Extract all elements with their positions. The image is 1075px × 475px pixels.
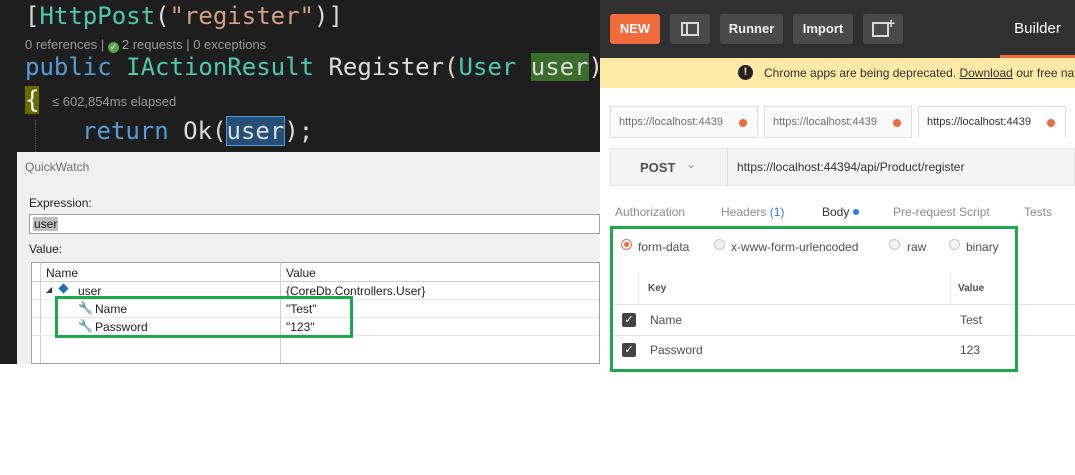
expression-input[interactable]: user [29,214,600,234]
expression-label: Expression: [29,196,92,210]
request-bar: POST ⌄ https://localhost:44394/api/Produ… [610,148,1075,186]
check-icon: ✓ [107,42,119,53]
codelens[interactable]: 0 references | ✓ 2 requests | 0 exception… [25,37,266,53]
method-signature-line: public IActionResult Register(User user) [25,53,600,81]
expression-value[interactable]: user [33,217,59,231]
banner-text: Chrome apps are being deprecated. Downlo… [764,66,1075,80]
attribute-line: [HttpPost("register")] [25,2,343,30]
unsaved-dot-icon [1047,119,1055,127]
body-dot-icon [852,209,859,215]
unsaved-dot-icon [893,119,901,127]
indent-guide [35,120,37,152]
sidebar-icon-divider [686,24,688,34]
layout-toggle-button[interactable] [670,14,710,44]
new-window-button[interactable]: + [863,14,903,44]
method-select[interactable]: POST ⌄ [611,149,728,185]
collapse-triangle-icon[interactable]: ◢ [46,285,52,294]
runner-button[interactable]: Runner [720,14,783,44]
request-tab[interactable]: https://localhost:4439 [610,106,758,138]
request-tab[interactable]: https://localhost:4439 [764,106,912,138]
perf-tip: ≤ 602,854ms elapsed [52,94,177,109]
requests-link[interactable]: 2 requests [122,37,183,52]
code-editor: [HttpPost("register")] 0 references | ✓ 2… [0,0,600,364]
postman-window: NEW Runner Import + Builder ! Chrome app… [600,0,1075,372]
column-header-name[interactable]: Name [46,266,78,280]
plus-icon: + [887,15,896,31]
postman-toolbar: NEW Runner Import + Builder [600,0,1075,58]
tab-authorization[interactable]: Authorization [615,205,685,219]
return-line: return Ok(user); [82,116,314,146]
import-button[interactable]: Import [793,14,853,44]
tab-headers[interactable]: Headers (1) [721,205,784,219]
tab-body[interactable]: Body [822,205,859,219]
highlight-box [610,226,1018,372]
column-header-value[interactable]: Value [286,266,316,280]
selected-parameter[interactable]: user [530,53,589,81]
chevron-down-icon: ⌄ [686,157,697,171]
value-label: Value: [29,242,63,256]
highlighted-reference[interactable]: user [225,116,286,146]
url-input[interactable]: https://localhost:44394/api/Product/regi… [737,160,964,174]
new-button[interactable]: NEW [610,14,660,44]
request-tab-active[interactable]: https://localhost:4439 [918,106,1066,138]
references-link[interactable]: 0 references [25,37,97,52]
deprecation-banner: ! Chrome apps are being deprecated. Down… [600,58,1075,88]
open-brace-line: { [25,86,40,114]
object-icon [58,283,69,294]
quickwatch-title: QuickWatch [25,160,90,174]
method-label: POST [640,160,676,175]
tab-tests[interactable]: Tests [1024,205,1052,219]
download-link[interactable]: Download [959,66,1012,80]
warning-icon: ! [738,65,753,80]
builder-tab[interactable]: Builder [1000,0,1075,55]
sidebar-icon [681,22,699,36]
tab-prerequest[interactable]: Pre-request Script [893,205,990,219]
exceptions-link[interactable]: 0 exceptions [193,37,266,52]
highlight-box [55,296,353,338]
unsaved-dot-icon [739,119,747,127]
